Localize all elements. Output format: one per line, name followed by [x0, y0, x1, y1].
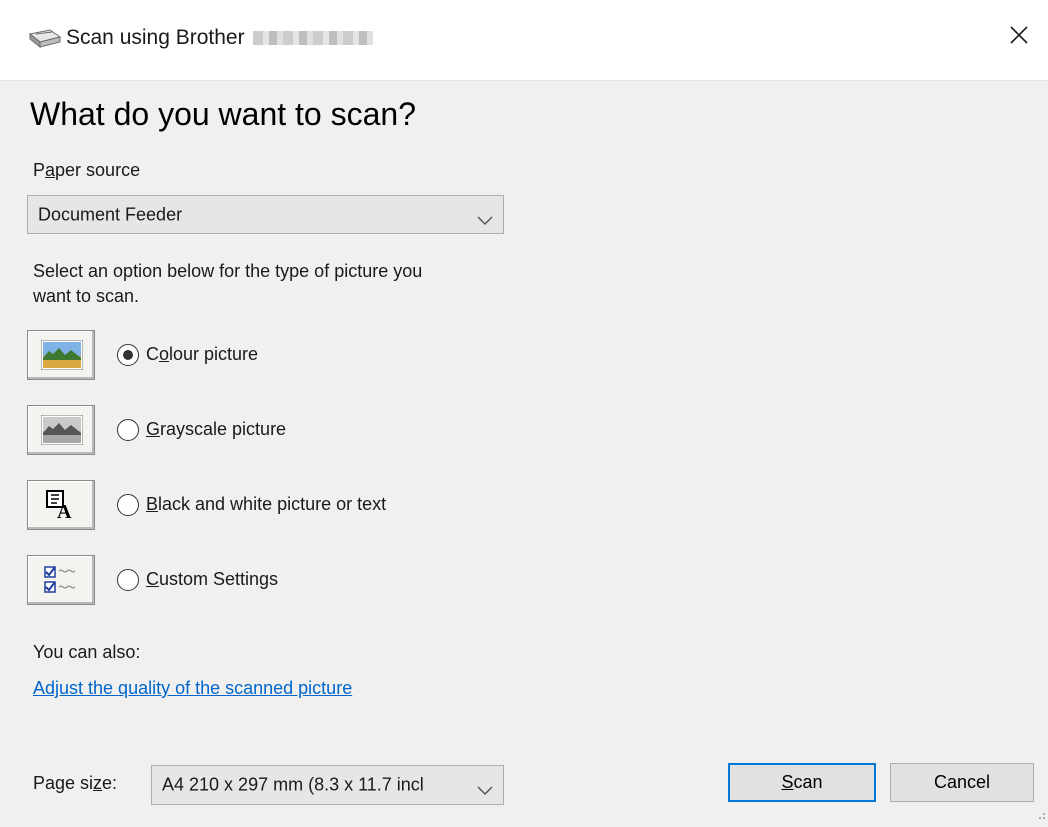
svg-text:A: A [57, 501, 72, 520]
black-white-picture-icon: A [46, 490, 72, 520]
colour-picture-icon [41, 340, 83, 370]
custom-settings-radio[interactable] [117, 569, 139, 591]
window-title: Scan using Brother [66, 26, 373, 50]
scan-button[interactable]: Scan [728, 763, 876, 802]
paper-source-label: Paper source [33, 160, 141, 180]
page-title: What do you want to scan? [30, 96, 416, 132]
adjust-quality-link[interactable]: Adjust the quality of the scanned pictur… [33, 678, 352, 699]
paper-source-dropdown[interactable]: Document Feeder [27, 195, 504, 234]
you-can-also-label: You can also: [33, 642, 141, 662]
close-button[interactable] [996, 14, 1042, 60]
cancel-button[interactable]: Cancel [890, 763, 1034, 802]
paper-source-value: Document Feeder [38, 204, 183, 224]
custom-settings-thumbnail[interactable] [27, 555, 95, 605]
black-white-picture-thumbnail[interactable]: A [27, 480, 95, 530]
redacted-model-name [252, 31, 373, 46]
page-size-label: Page size: [33, 773, 118, 793]
chevron-down-icon [477, 210, 493, 225]
black-white-picture-label[interactable]: Black and white picture or text [146, 494, 386, 515]
close-icon [1009, 25, 1029, 50]
scanner-icon [28, 28, 62, 50]
colour-picture-thumbnail[interactable] [27, 330, 95, 380]
black-white-picture-radio[interactable] [117, 494, 139, 516]
resize-grip-icon[interactable] [1034, 809, 1046, 821]
custom-settings-icon [44, 566, 76, 593]
page-size-dropdown[interactable]: A4 210 x 297 mm (8.3 x 11.7 incl [151, 765, 504, 805]
grayscale-picture-icon [41, 415, 83, 445]
colour-picture-radio[interactable] [117, 344, 139, 366]
radio-selected-dot [123, 350, 133, 360]
page-size-value: A4 210 x 297 mm (8.3 x 11.7 incl [162, 774, 424, 795]
colour-picture-label[interactable]: Colour picture [146, 344, 258, 365]
grayscale-picture-label[interactable]: Grayscale picture [146, 419, 286, 440]
custom-settings-label[interactable]: Custom Settings [146, 569, 278, 590]
chevron-down-icon [477, 780, 493, 796]
instruction-line-1: Select an option below for the type of p… [33, 261, 423, 281]
grayscale-picture-thumbnail[interactable] [27, 405, 95, 455]
instruction-line-2: want to scan. [33, 286, 140, 306]
title-bar: Scan using Brother [0, 0, 1048, 81]
grayscale-picture-radio[interactable] [117, 419, 139, 441]
